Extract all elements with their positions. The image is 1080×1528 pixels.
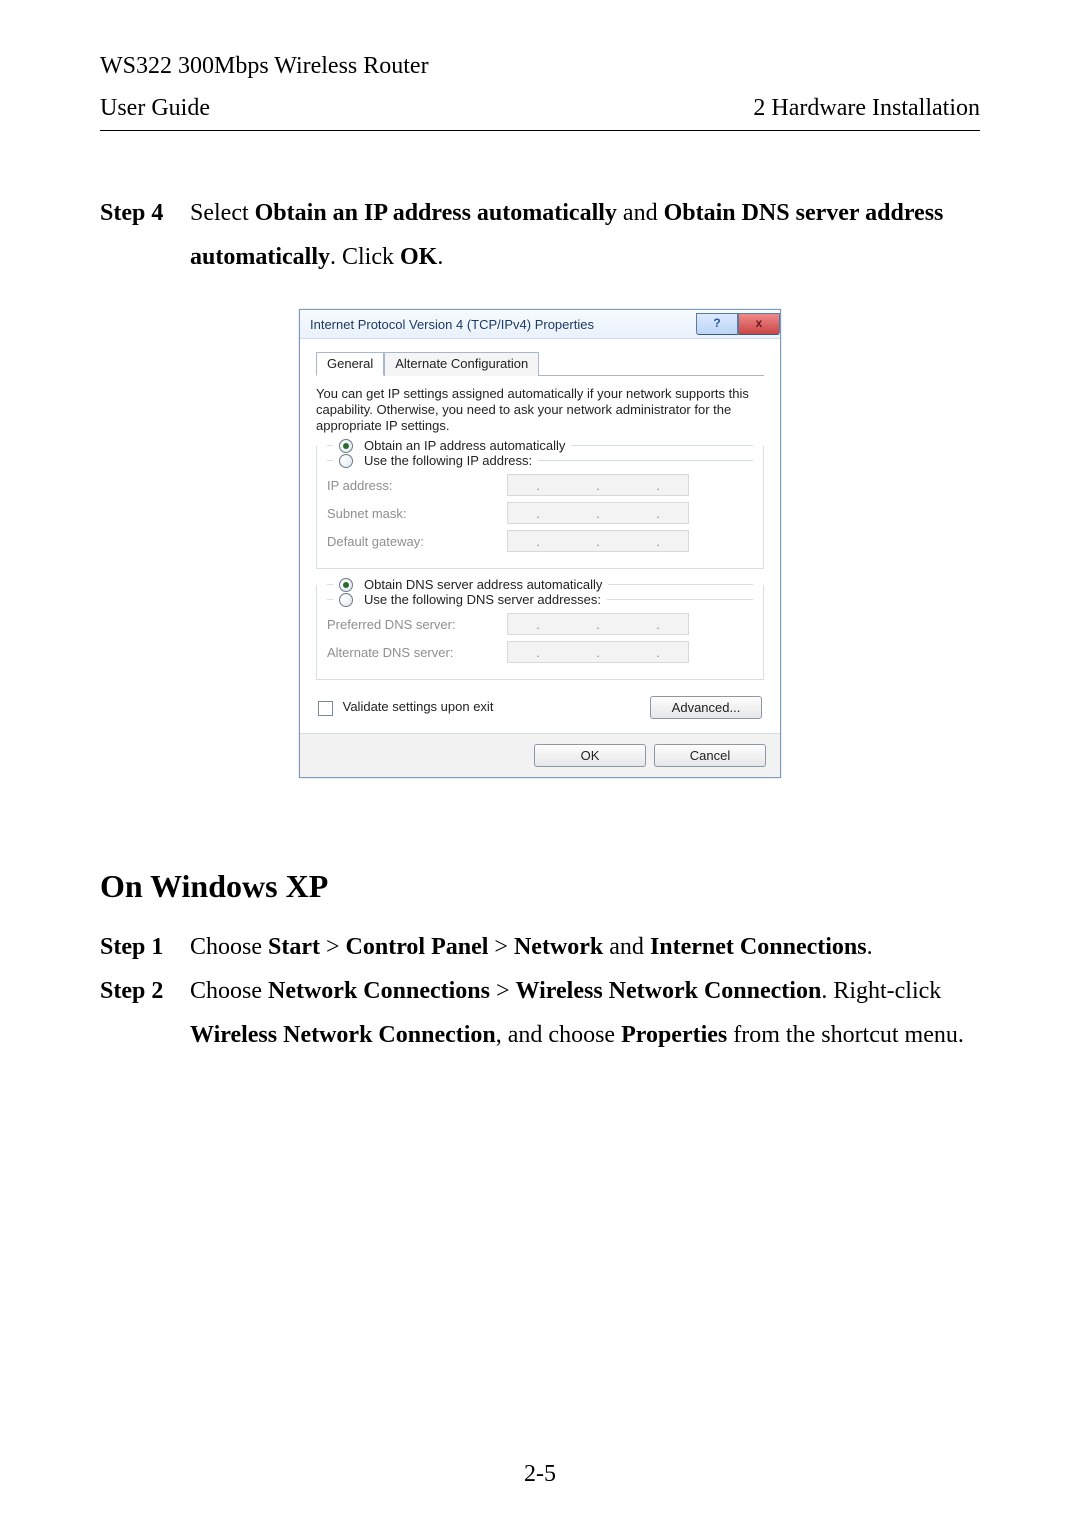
- radio-use-following-ip[interactable]: [339, 454, 353, 468]
- radio-obtain-ip-auto[interactable]: [339, 439, 353, 453]
- dialog-titlebar: Internet Protocol Version 4 (TCP/IPv4) P…: [300, 310, 780, 339]
- label-obtain-dns-auto: Obtain DNS server address automatically: [364, 577, 602, 592]
- xp-step2-label: Step 2: [100, 969, 190, 1057]
- input-default-gateway: ...: [507, 530, 689, 552]
- advanced-button[interactable]: Advanced...: [650, 696, 762, 719]
- label-validate-on-exit: Validate settings upon exit: [343, 699, 494, 714]
- header-left: User Guide: [100, 92, 210, 124]
- tab-general[interactable]: General: [316, 352, 384, 376]
- dialog-info-text: You can get IP settings assigned automat…: [316, 386, 764, 434]
- input-ip-address: ...: [507, 474, 689, 496]
- input-alternate-dns: ...: [507, 641, 689, 663]
- dialog-title: Internet Protocol Version 4 (TCP/IPv4) P…: [310, 317, 696, 332]
- checkbox-validate-on-exit[interactable]: [318, 701, 333, 716]
- xp-step1-label: Step 1: [100, 925, 190, 969]
- label-default-gateway: Default gateway:: [327, 534, 507, 549]
- radio-use-following-dns[interactable]: [339, 593, 353, 607]
- input-subnet-mask: ...: [507, 502, 689, 524]
- cancel-button[interactable]: Cancel: [654, 744, 766, 767]
- dns-settings-group: Obtain DNS server address automatically …: [316, 585, 764, 680]
- label-use-following-ip: Use the following IP address:: [364, 453, 532, 468]
- xp-step1-body: Choose Start > Control Panel > Network a…: [190, 925, 980, 969]
- label-use-following-dns: Use the following DNS server addresses:: [364, 592, 601, 607]
- tcpip-properties-dialog: Internet Protocol Version 4 (TCP/IPv4) P…: [299, 309, 781, 778]
- dialog-tabs: General Alternate Configuration: [316, 351, 764, 376]
- ok-button[interactable]: OK: [534, 744, 646, 767]
- xp-step2-body: Choose Network Connections > Wireless Ne…: [190, 969, 980, 1057]
- header-product: WS322 300Mbps Wireless Router: [100, 50, 980, 82]
- label-preferred-dns: Preferred DNS server:: [327, 617, 507, 632]
- heading-windows-xp: On Windows XP: [100, 868, 980, 905]
- help-button[interactable]: ?: [696, 313, 738, 335]
- label-subnet-mask: Subnet mask:: [327, 506, 507, 521]
- radio-obtain-dns-auto[interactable]: [339, 578, 353, 592]
- page-number: 2-5: [100, 1461, 980, 1488]
- ip-settings-group: Obtain an IP address automatically Use t…: [316, 446, 764, 569]
- label-ip-address: IP address:: [327, 478, 507, 493]
- step4-body: Select Obtain an IP address automaticall…: [190, 191, 980, 279]
- label-alternate-dns: Alternate DNS server:: [327, 645, 507, 660]
- close-button[interactable]: x: [738, 313, 780, 335]
- label-obtain-ip-auto: Obtain an IP address automatically: [364, 438, 565, 453]
- header-right: 2 Hardware Installation: [753, 92, 980, 124]
- step4-label: Step 4: [100, 191, 190, 279]
- tab-alternate-configuration[interactable]: Alternate Configuration: [384, 352, 539, 376]
- input-preferred-dns: ...: [507, 613, 689, 635]
- page-header: WS322 300Mbps Wireless Router User Guide…: [100, 50, 980, 131]
